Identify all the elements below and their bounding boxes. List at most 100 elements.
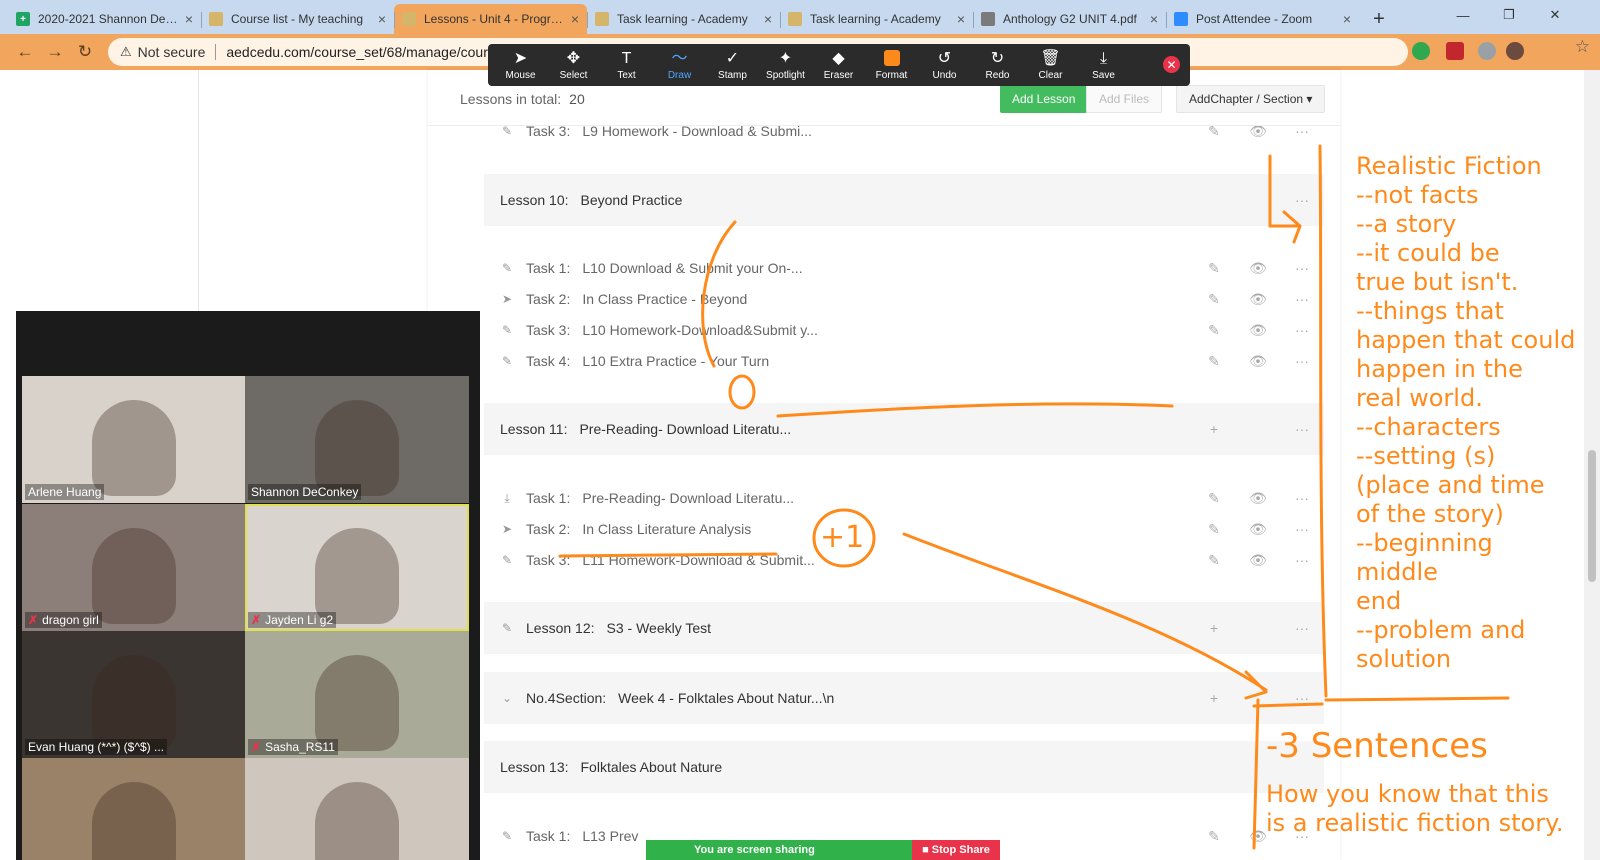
task-row[interactable]: ⤓ Task 1: Pre-Reading- Download Literatu..… (484, 482, 1324, 514)
close-tab-icon[interactable]: × (185, 11, 193, 27)
participant-video-tile[interactable]: ✗ dragon girl (22, 504, 246, 631)
edit-icon[interactable]: ✎ (1192, 260, 1236, 277)
more-options-icon[interactable]: ··· (1280, 421, 1324, 437)
add-chapter-section-button[interactable]: AddChapter / Section ▾ (1176, 85, 1326, 113)
reload-button[interactable]: ↻ (70, 37, 100, 67)
more-options-icon[interactable]: ··· (1280, 353, 1324, 369)
participant-video-tile[interactable]: Arlene Huang (22, 376, 246, 503)
more-options-icon[interactable]: ··· (1280, 322, 1324, 338)
edit-icon[interactable]: ✎ (1192, 490, 1236, 507)
extension-icon[interactable] (1446, 42, 1464, 60)
close-annotation-button[interactable]: ✕ (1163, 56, 1180, 73)
tab-title: Task learning - Academy (617, 12, 748, 26)
browser-tab[interactable]: Anthology G2 UNIT 4.pdf × (973, 4, 1166, 34)
add-files-button[interactable]: Add Files (1086, 85, 1163, 113)
lesson-row[interactable]: Lesson 13: Folktales About Nature (484, 741, 1324, 793)
annotate-tool-clear[interactable]: 🗑 Clear (1024, 44, 1077, 86)
more-options-icon[interactable]: ··· (1280, 490, 1324, 506)
close-tab-icon[interactable]: × (1150, 11, 1158, 27)
annotate-tool-save[interactable]: ⤓ Save (1077, 44, 1130, 86)
lesson-row[interactable]: ✎ Lesson 12: S3 - Weekly Test + ··· (484, 602, 1324, 654)
edit-icon[interactable]: ✎ (1192, 828, 1236, 845)
participant-video-tile[interactable]: ✗ Sasha_RS11 (245, 631, 469, 758)
annotate-tool-undo[interactable]: ↺ Undo (918, 44, 971, 86)
close-tab-icon[interactable]: × (957, 11, 965, 27)
preview-eye-icon[interactable]: 👁 (1236, 291, 1280, 308)
page-scrollbar[interactable] (1584, 70, 1600, 860)
browser-tab[interactable]: Lessons - Unit 4 - Progress × (394, 4, 587, 34)
task-row[interactable]: ✎ Task 3: L10 Homework-Download&Submit y..… (484, 314, 1324, 346)
participant-video-tile[interactable] (245, 758, 469, 860)
browser-tab[interactable]: Post Attendee - Zoom × (1166, 4, 1359, 34)
close-window-button[interactable]: ✕ (1532, 0, 1578, 30)
preview-eye-icon[interactable]: 👁 (1236, 353, 1280, 370)
close-tab-icon[interactable]: × (1343, 11, 1351, 27)
annotate-tool-eraser[interactable]: ◆ Eraser (812, 44, 865, 86)
stop-share-button[interactable]: ■ Stop Share (912, 840, 1000, 860)
add-icon[interactable]: + (1192, 690, 1236, 706)
forward-button[interactable]: → (40, 37, 70, 67)
close-tab-icon[interactable]: × (764, 11, 772, 27)
pencil-icon: ✎ (501, 354, 513, 368)
minimize-button[interactable]: — (1440, 0, 1486, 30)
browser-tab[interactable]: +2020-2021 Shannon DeConkey × (8, 4, 201, 34)
annotate-tool-spotlight[interactable]: ✦ Spotlight (759, 44, 812, 86)
restore-button[interactable]: ❐ (1486, 0, 1532, 30)
preview-eye-icon[interactable]: 👁 (1236, 521, 1280, 538)
lessons-total: Lessons in total: 20 (460, 91, 585, 107)
section-row[interactable]: ⌄ No.4Section: Week 4 - Folktales About Na… (484, 672, 1324, 724)
edit-icon[interactable]: ✎ (1192, 322, 1236, 339)
scrollbar-thumb[interactable] (1588, 450, 1596, 582)
preview-eye-icon[interactable]: 👁 (1236, 490, 1280, 507)
task-row[interactable]: ➤ Task 2: In Class Literature Analysis ✎ 👁 ··… (484, 513, 1324, 545)
add-icon[interactable]: + (1192, 421, 1236, 437)
task-row[interactable]: ✎ Task 1: L10 Download & Submit your On-..… (484, 252, 1324, 284)
browser-tab[interactable]: Course list - My teaching × (201, 4, 394, 34)
edit-icon[interactable]: ✎ (1192, 552, 1236, 569)
participant-video (92, 400, 176, 496)
annotate-tool-draw[interactable]: 〜 Draw (653, 44, 706, 86)
add-lesson-button[interactable]: Add Lesson (1000, 85, 1088, 113)
more-options-icon[interactable]: ··· (1280, 291, 1324, 307)
annotate-tool-text[interactable]: T Text (600, 44, 653, 86)
lesson-row[interactable]: Lesson 10: Beyond Practice ··· (484, 174, 1324, 226)
annotate-tool-format[interactable]: Format (865, 44, 918, 86)
annotate-tool-select[interactable]: ✥ Select (547, 44, 600, 86)
more-options-icon[interactable]: ··· (1280, 620, 1324, 636)
add-icon[interactable]: + (1192, 620, 1236, 636)
bookmark-star-icon[interactable]: ☆ (1575, 37, 1590, 57)
back-button[interactable]: ← (10, 37, 40, 67)
task-row[interactable]: ✎ Task 3: L11 Homework-Download & Submit..… (484, 544, 1324, 576)
participant-video-tile[interactable]: ✗ Jayden Li g2 (245, 504, 469, 631)
preview-eye-icon[interactable]: 👁 (1236, 260, 1280, 277)
more-options-icon[interactable]: ··· (1280, 192, 1324, 208)
extensions-puzzle-icon[interactable] (1478, 42, 1496, 60)
participant-video-tile[interactable]: Shannon DeConkey (245, 376, 469, 503)
close-tab-icon[interactable]: × (378, 11, 386, 27)
new-tab-button[interactable]: + (1365, 5, 1393, 33)
annotate-tool-stamp[interactable]: ✓ Stamp (706, 44, 759, 86)
preview-eye-icon[interactable]: 👁 (1236, 322, 1280, 339)
extension-icon[interactable] (1412, 42, 1430, 60)
more-options-icon[interactable]: ··· (1280, 521, 1324, 537)
participant-video-tile[interactable]: Evan Huang (*^*) ($^$) ... (22, 631, 246, 758)
edit-icon[interactable]: ✎ (1192, 353, 1236, 370)
task-row[interactable]: ✎ Task 4: L10 Extra Practice - Your Turn ✎ 👁… (484, 345, 1324, 377)
row-actions: ✎ 👁 ··· (1192, 252, 1324, 284)
annotate-tool-redo[interactable]: ↻ Redo (971, 44, 1024, 86)
lesson-row[interactable]: Lesson 11: Pre-Reading- Download Literatu… (484, 403, 1324, 455)
preview-eye-icon[interactable]: 👁 (1236, 552, 1280, 569)
more-options-icon[interactable]: ··· (1280, 260, 1324, 276)
edit-icon[interactable]: ✎ (1192, 291, 1236, 308)
more-options-icon[interactable]: ··· (1280, 690, 1324, 706)
annotate-tool-mouse[interactable]: ➤ Mouse (494, 44, 547, 86)
browser-tab[interactable]: Task learning - Academy × (780, 4, 973, 34)
participant-video-tile[interactable] (22, 758, 246, 860)
participant-name-text: Shannon DeConkey (251, 485, 359, 499)
close-tab-icon[interactable]: × (571, 11, 579, 27)
browser-tab[interactable]: Task learning - Academy × (587, 4, 780, 34)
profile-avatar[interactable] (1506, 42, 1524, 60)
more-options-icon[interactable]: ··· (1280, 552, 1324, 568)
edit-icon[interactable]: ✎ (1192, 521, 1236, 538)
task-row[interactable]: ➤ Task 2: In Class Practice - Beyond ✎ 👁 ··· (484, 283, 1324, 315)
